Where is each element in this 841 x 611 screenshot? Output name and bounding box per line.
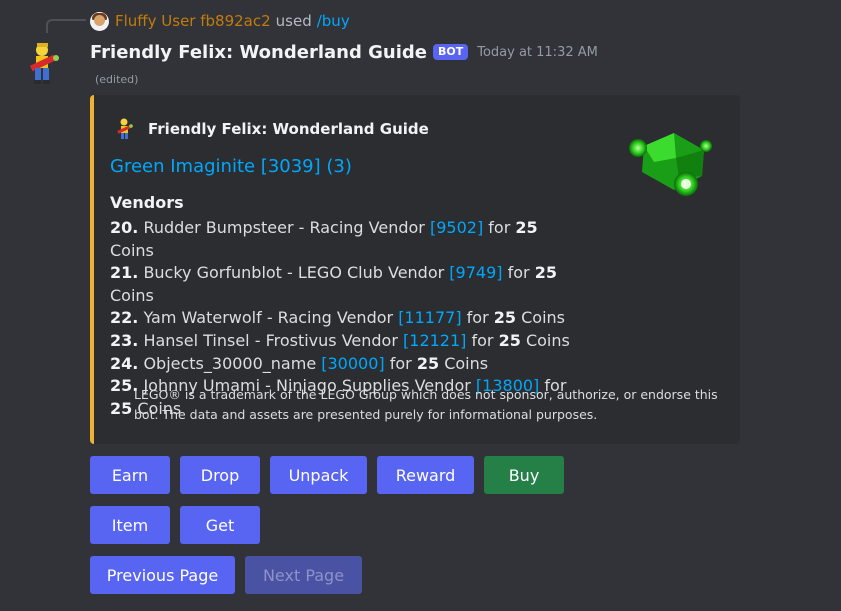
author-icon: [117, 118, 133, 139]
embed-author-name: Friendly Felix: Wonderland Guide: [148, 120, 429, 138]
green-imaginite-icon[interactable]: [624, 128, 714, 203]
list-item: 22. Yam Waterwolf - Racing Vendor [11177…: [110, 308, 566, 328]
vendor-link[interactable]: [12121]: [403, 331, 466, 350]
reply-username[interactable]: Fluffy User fb892ac2: [115, 12, 271, 30]
bot-name[interactable]: Friendly Felix: Wonderland Guide: [90, 42, 427, 63]
list-item: 23. Hansel Tinsel - Frostivus Vendor [12…: [110, 330, 570, 350]
vendors-field-name: Vendors: [110, 193, 184, 212]
unpack-button[interactable]: Unpack: [270, 456, 367, 494]
earn-button[interactable]: Earn: [90, 456, 170, 494]
embed-title-link[interactable]: Green Imaginite [3039] (3): [110, 156, 352, 177]
list-item: 21. Bucky Gorfunblot - LEGO Club Vendor …: [110, 263, 557, 305]
bot-badge: BOT: [432, 44, 469, 60]
next-page-button: Next Page: [245, 556, 362, 594]
reply-context[interactable]: Fluffy User fb892ac2 used /buy: [90, 10, 350, 32]
felix-avatar-icon[interactable]: [22, 40, 64, 88]
reward-button[interactable]: Reward: [377, 456, 474, 494]
vendor-link[interactable]: [11177]: [398, 308, 461, 327]
vendor-link[interactable]: [9749]: [449, 263, 502, 282]
item-button[interactable]: Item: [90, 506, 170, 544]
vendor-link[interactable]: [30000]: [321, 354, 384, 373]
embed: Friendly Felix: Wonderland Guide Green I…: [90, 95, 740, 444]
vendor-link[interactable]: [9502]: [430, 218, 483, 237]
previous-page-button[interactable]: Previous Page: [90, 556, 235, 594]
reply-connector: [46, 19, 86, 33]
reply-used-text: used: [275, 12, 312, 30]
list-item: 20. Rudder Bumpsteer - Racing Vendor [95…: [110, 218, 538, 260]
buy-button[interactable]: Buy: [484, 456, 564, 494]
embed-author: Friendly Felix: Wonderland Guide: [114, 117, 429, 141]
list-item: 24. Objects_30000_name [30000] for 25 Co…: [110, 353, 489, 373]
user-avatar-icon[interactable]: [90, 11, 109, 31]
reply-command[interactable]: /buy: [317, 12, 350, 30]
message-header: Friendly Felix: Wonderland Guide BOT Tod…: [90, 40, 598, 64]
get-button[interactable]: Get: [180, 506, 260, 544]
edited-label: (edited): [95, 73, 139, 86]
message-timestamp[interactable]: Today at 11:32 AM: [477, 45, 598, 60]
drop-button[interactable]: Drop: [180, 456, 260, 494]
embed-footer-disclaimer: LEGO® is a trademark of the LEGO Group w…: [134, 387, 718, 422]
